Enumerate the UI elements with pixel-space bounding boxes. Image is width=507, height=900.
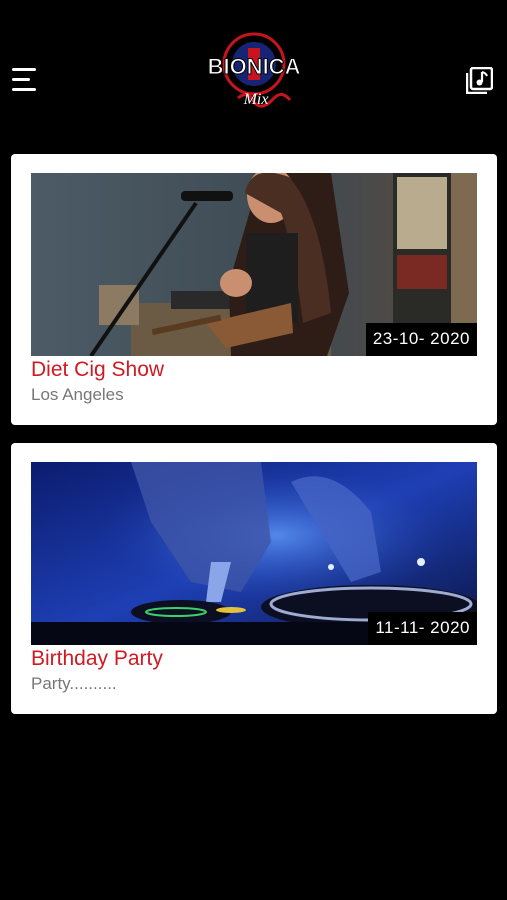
event-date-badge: 11-11- 2020	[368, 612, 477, 645]
app-screen: BIONICA Mix 23-10- 2020 Diet Cig Show Lo…	[0, 0, 507, 900]
event-location: Party..........	[31, 674, 117, 693]
app-header: BIONICA Mix	[0, 0, 507, 140]
logo-text: BIONICA	[208, 54, 300, 79]
event-date-badge: 23-10- 2020	[365, 323, 477, 356]
event-location: Los Angeles	[31, 385, 124, 404]
bionica-logo-graphic: BIONICA Mix	[207, 32, 301, 108]
event-title[interactable]: Birthday Party	[31, 646, 163, 672]
event-card[interactable]: 11-11- 2020 Birthday Party Party........…	[11, 443, 497, 714]
event-image-dj-turntable: 11-11- 2020	[31, 462, 477, 645]
event-card[interactable]: 23-10- 2020 Diet Cig Show Los Angeles	[11, 154, 497, 425]
app-logo: BIONICA Mix	[207, 28, 301, 116]
logo-subtext: Mix	[243, 91, 269, 108]
event-title[interactable]: Diet Cig Show	[31, 357, 164, 383]
hamburger-menu-icon[interactable]	[12, 66, 40, 94]
event-image-guitar-performer: 23-10- 2020	[31, 173, 477, 356]
music-library-icon[interactable]	[465, 66, 494, 95]
